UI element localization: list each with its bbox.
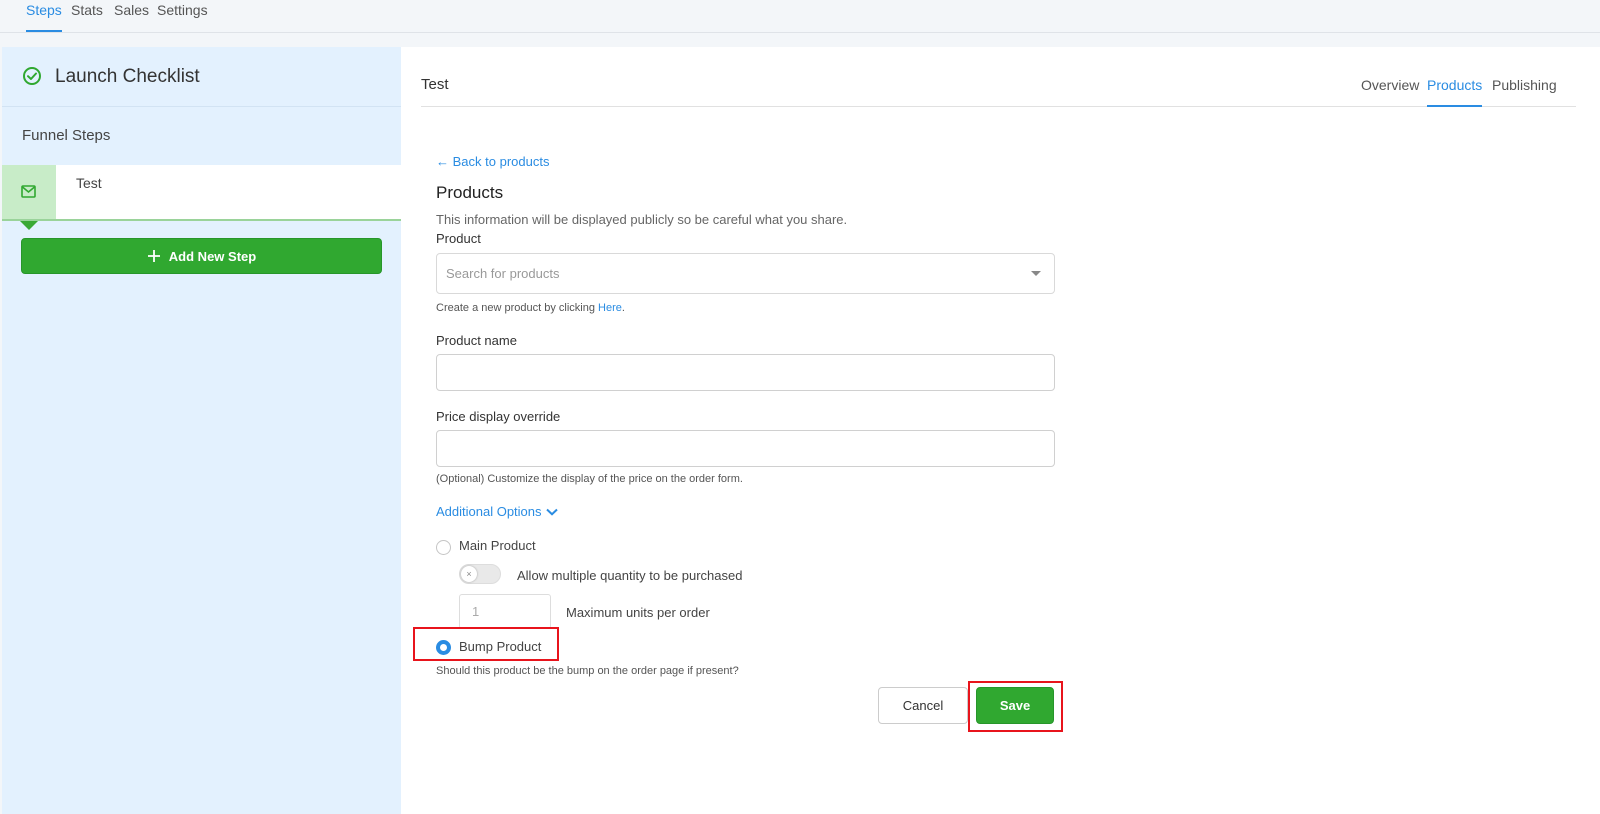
add-new-step-label: Add New Step [168, 248, 257, 264]
sidebar: Launch Checklist Funnel Steps Test Add N… [2, 47, 401, 814]
price-override-label: Price display override [436, 409, 561, 424]
additional-options-label: Additional Options [436, 504, 542, 519]
main-product-label: Main Product [459, 538, 536, 553]
caret-down-icon [1031, 271, 1041, 276]
allow-multiple-toggle[interactable]: × [459, 564, 501, 584]
price-override-input[interactable] [436, 430, 1055, 467]
bump-product-label: Bump Product [459, 639, 542, 654]
main-panel: Test Overview Products Publishing ← Back… [401, 47, 1600, 814]
product-name-label: Product name [436, 333, 517, 348]
add-new-step-button[interactable]: Add New Step [21, 238, 382, 274]
launch-checklist[interactable]: Launch Checklist [2, 47, 401, 107]
back-to-products-link[interactable]: ← Back to products [436, 154, 549, 169]
allow-multiple-label: Allow multiple quantity to be purchased [517, 568, 743, 583]
section-description: This information will be displayed publi… [436, 212, 848, 227]
create-product-help: Create a new product by clicking Here. [436, 302, 625, 314]
chevron-down-icon [545, 508, 558, 516]
additional-options-toggle[interactable]: Additional Options [436, 504, 558, 519]
product-name-input[interactable] [436, 354, 1055, 391]
create-product-here-link[interactable]: Here [598, 302, 622, 314]
save-button[interactable]: Save [976, 687, 1054, 724]
tab-settings[interactable]: Settings [157, 2, 208, 18]
price-help-text: (Optional) Customize the display of the … [436, 473, 743, 485]
bump-product-radio[interactable] [436, 640, 451, 655]
bump-help-text: Should this product be the bump on the o… [436, 665, 739, 677]
product-search-placeholder: Search for products [446, 266, 560, 281]
tab-overview[interactable]: Overview [1361, 77, 1419, 93]
tab-stats[interactable]: Stats [71, 2, 103, 18]
envelope-icon [21, 185, 36, 198]
cancel-button[interactable]: Cancel [878, 687, 968, 724]
tab-products[interactable]: Products [1427, 77, 1483, 107]
max-units-label: Maximum units per order [566, 605, 710, 620]
product-search-select[interactable]: Search for products [436, 253, 1055, 294]
section-title: Products [436, 183, 504, 202]
max-units-input[interactable]: 1 [459, 594, 551, 629]
main-product-radio[interactable] [436, 540, 451, 555]
create-help-text: Create a new product by clicking [436, 302, 599, 314]
step-name: Test [76, 175, 102, 191]
back-link-label: Back to products [452, 154, 550, 169]
tab-publishing[interactable]: Publishing [1492, 77, 1557, 93]
main-header: Test Overview Products Publishing [421, 47, 1576, 107]
arrow-left-icon: ← [436, 154, 449, 169]
close-icon: × [461, 566, 477, 582]
tab-sales[interactable]: Sales [114, 2, 149, 18]
plus-icon [147, 250, 160, 262]
checklist-title: Launch Checklist [55, 66, 200, 87]
create-help-period: . [621, 302, 625, 314]
product-label: Product [436, 231, 481, 246]
step-active-indicator [20, 221, 38, 230]
tab-steps[interactable]: Steps [26, 2, 62, 32]
step-icon-box [2, 165, 56, 219]
funnel-steps-heading: Funnel Steps [22, 127, 111, 144]
check-circle-icon [23, 67, 41, 85]
top-nav: Steps Stats Sales Settings [0, 0, 1600, 33]
funnel-step-item[interactable]: Test [2, 165, 401, 230]
page-title: Test [421, 76, 449, 93]
